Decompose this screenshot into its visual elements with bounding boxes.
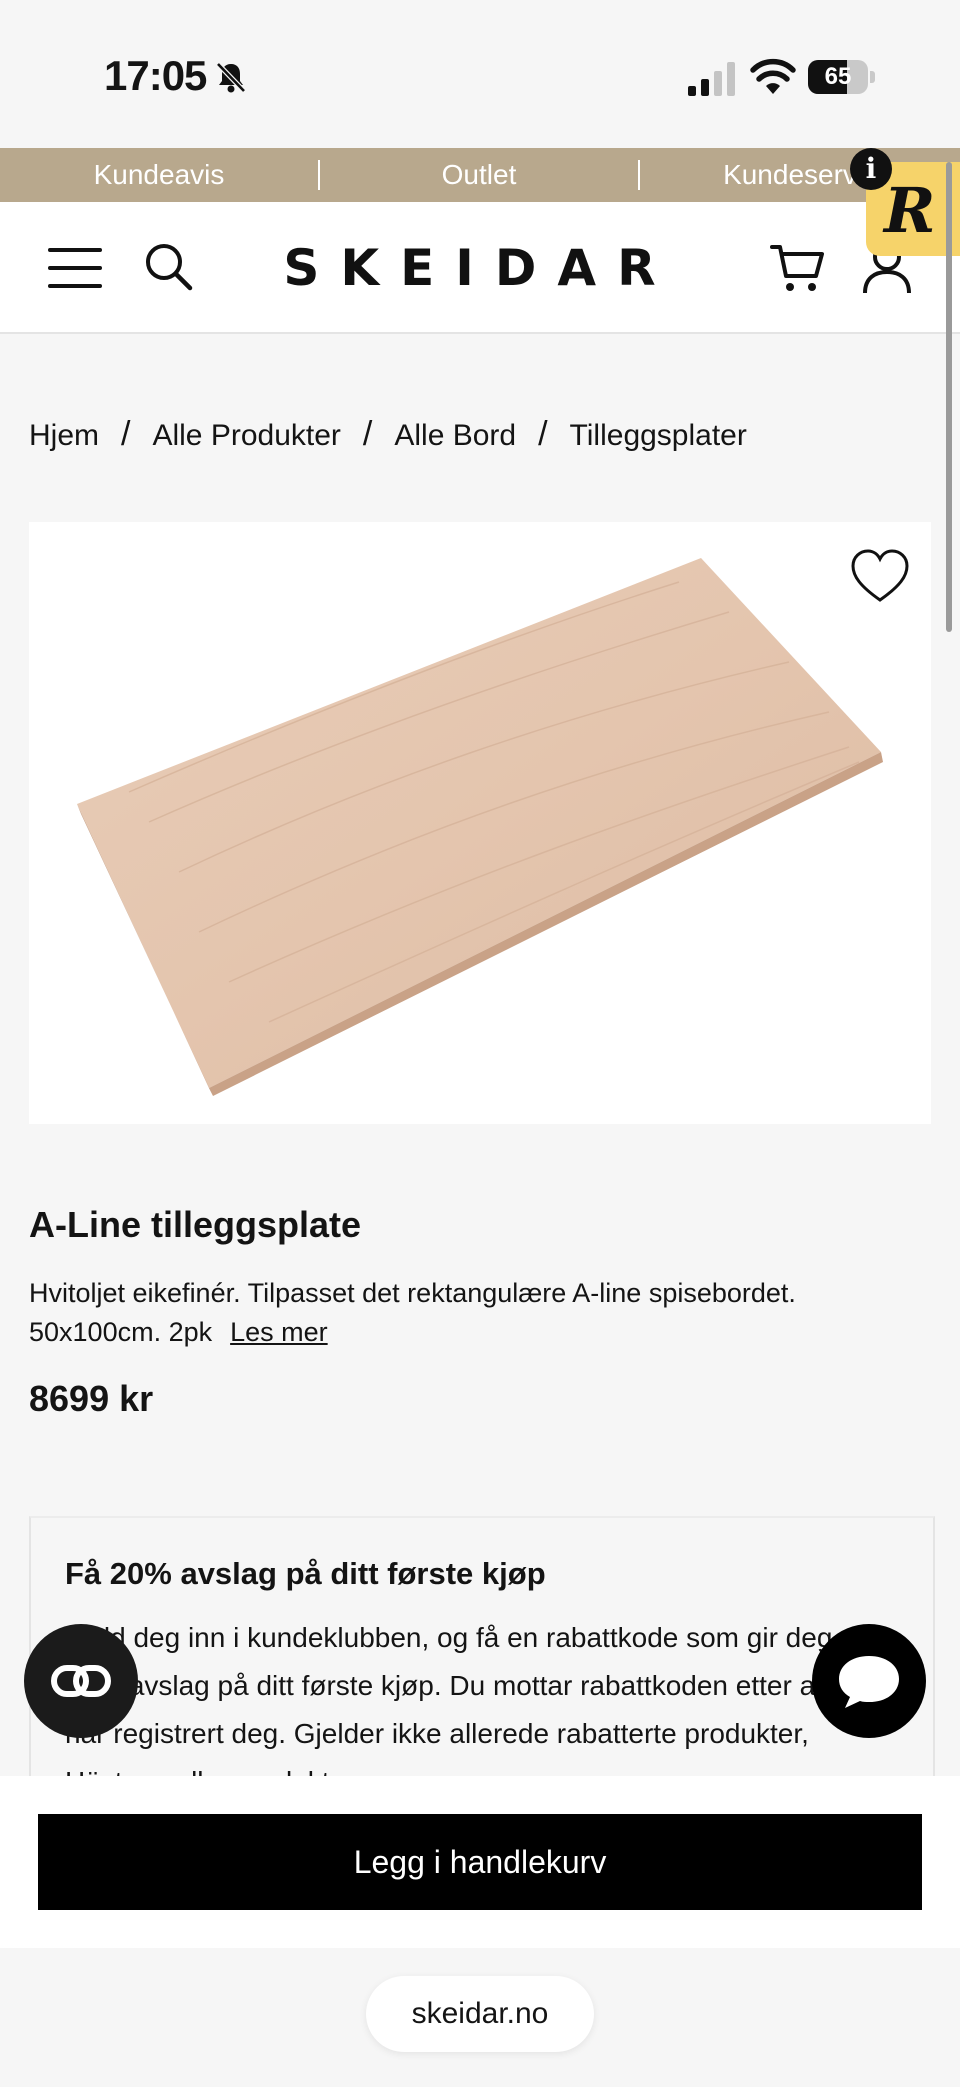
offer-box: Få 20% avslag på ditt første kjøp Meld d… — [29, 1516, 935, 1778]
product-description: Hvitoljet eikefinér. Tilpasset det rekta… — [29, 1274, 909, 1352]
site-header: SKEIDAR — [0, 202, 960, 334]
status-time: 17:05 — [104, 52, 207, 99]
status-bar: 17:05 65 — [0, 0, 960, 148]
info-icon[interactable]: i — [850, 148, 892, 190]
product-image[interactable] — [29, 522, 931, 1124]
menu-icon[interactable] — [48, 248, 102, 288]
chat-button[interactable] — [812, 1624, 926, 1738]
chat-icon — [839, 1656, 899, 1708]
add-to-cart-button[interactable]: Legg i handlekurv — [38, 1814, 922, 1910]
product-price: 8699 kr — [29, 1378, 154, 1419]
offer-title: Få 20% avslag på ditt første kjøp — [65, 1556, 546, 1591]
product-title: A-Line tilleggsplate — [29, 1204, 362, 1245]
breadcrumb-home[interactable]: Hjem — [29, 414, 99, 458]
breadcrumb-separator: / — [538, 415, 548, 453]
battery-icon: 65 — [808, 60, 876, 94]
breadcrumb-all-products[interactable]: Alle Produkter — [152, 414, 340, 458]
reviews-badge-letter: R — [884, 174, 936, 247]
product-description-text: Hvitoljet eikefinér. Tilpasset det rekta… — [29, 1278, 796, 1347]
read-more-link[interactable]: Les mer — [230, 1317, 328, 1347]
promo-link-kundeavis[interactable]: Kundeavis — [0, 148, 318, 202]
wifi-icon — [750, 58, 796, 94]
breadcrumb-all-tables[interactable]: Alle Bord — [394, 414, 516, 458]
battery-level: 65 — [824, 63, 852, 90]
bell-slash-icon — [216, 62, 246, 93]
signal-icon — [688, 62, 735, 96]
url-bar[interactable]: skeidar.no — [366, 1976, 594, 2052]
cart-icon[interactable] — [770, 242, 826, 294]
search-icon[interactable] — [144, 242, 194, 292]
site-logo[interactable]: SKEIDAR — [280, 240, 680, 296]
heart-icon[interactable] — [850, 548, 910, 604]
ar-view-button[interactable] — [24, 1624, 138, 1738]
breadcrumb-separator: / — [121, 415, 131, 453]
breadcrumb: Hjem / Alle Produkter / Alle Bord / Tilleggspl… — [29, 412, 747, 456]
breadcrumb-current: Tilleggsplater — [569, 419, 747, 452]
offer-text: Meld deg inn i kundeklubben, og få en ra… — [65, 1622, 862, 1778]
promo-link-outlet[interactable]: Outlet — [320, 148, 638, 202]
table-leaf-illustration — [77, 558, 883, 1096]
breadcrumb-separator: / — [362, 415, 373, 453]
bottom-bar: Legg i handlekurv — [0, 1776, 960, 1948]
promo-strip: Kundeavis Outlet Kundeserv — [0, 148, 960, 202]
ar-icon — [51, 1665, 111, 1697]
scrollbar[interactable] — [946, 162, 952, 632]
